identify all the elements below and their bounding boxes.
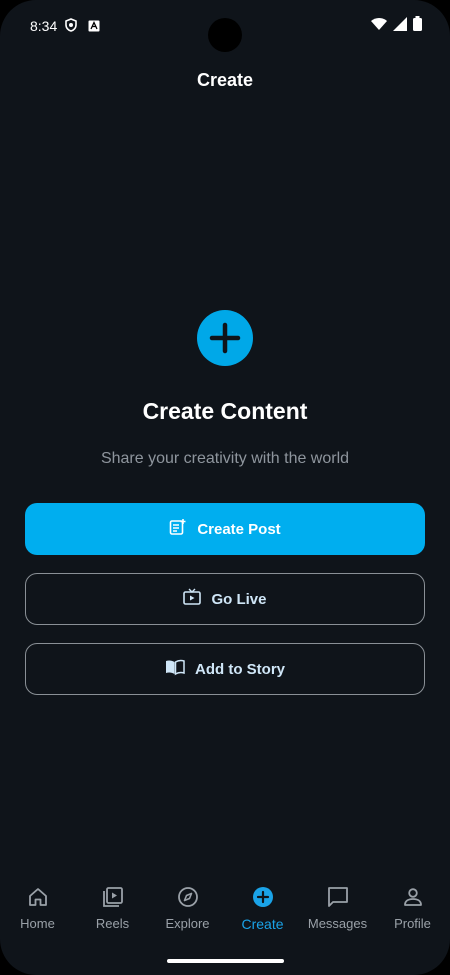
status-right-icons (371, 16, 422, 34)
home-indicator[interactable] (167, 959, 284, 963)
go-live-label: Go Live (211, 590, 267, 608)
nav-label-reels: Reels (95, 916, 130, 931)
hero-subtitle: Share your creativity with the world (100, 450, 350, 467)
nav-label-home: Home (20, 916, 55, 931)
add-to-story-label: Add to Story (195, 660, 285, 678)
post-add-icon (169, 518, 187, 540)
book-icon (165, 658, 185, 680)
page-title: Create (196, 70, 254, 90)
status-time: 8:34 (30, 18, 58, 34)
create-post-button[interactable]: Create Post (25, 503, 425, 555)
nav-label-messages: Messages (307, 916, 368, 931)
camera-cutout (208, 18, 242, 52)
a-icon (88, 19, 100, 35)
live-tv-icon (183, 588, 202, 610)
explore-icon (176, 885, 200, 912)
shield-icon (64, 18, 78, 35)
nav-label-create: Create (241, 916, 284, 932)
nav-item-home[interactable]: Home (0, 885, 75, 975)
plus-icon (197, 310, 253, 366)
wifi-icon (371, 17, 387, 34)
create-post-label: Create Post (197, 520, 281, 538)
home-icon (26, 885, 50, 912)
messages-icon (326, 885, 350, 912)
add-to-story-button[interactable]: Add to Story (25, 643, 425, 695)
nav-item-reels[interactable]: Reels (75, 885, 150, 975)
reels-icon (101, 885, 125, 912)
go-live-button[interactable]: Go Live (25, 573, 425, 625)
battery-icon (413, 16, 422, 34)
hero-title: Create Content (142, 398, 308, 424)
nav-label-explore: Explore (165, 916, 210, 931)
nav-label-profile: Profile (394, 916, 431, 931)
nav-item-messages[interactable]: Messages (300, 885, 375, 975)
nav-item-profile[interactable]: Profile (375, 885, 450, 975)
create-icon (251, 885, 275, 912)
create-screen: 8:34 Create Create Content Share your cr… (0, 0, 450, 975)
status-left-icons (64, 18, 100, 35)
profile-icon (401, 885, 425, 912)
status-bar: 8:34 (0, 0, 450, 52)
signal-icon (393, 16, 407, 34)
